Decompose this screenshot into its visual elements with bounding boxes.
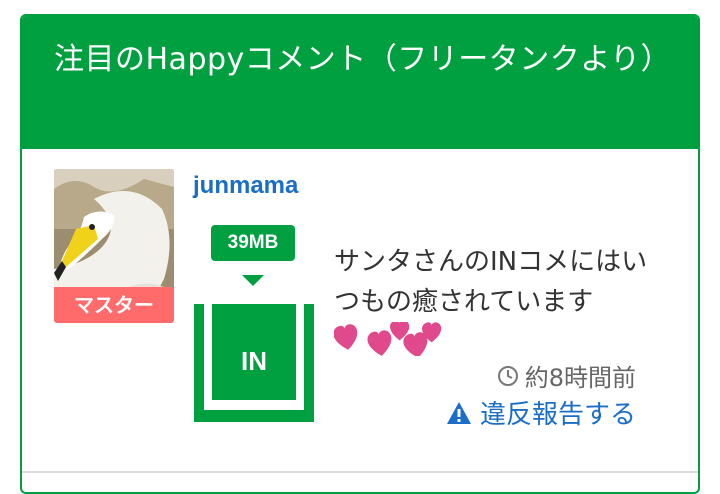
card-title: 注目のHappyコメント（フリータンクより）: [22, 16, 698, 149]
divider: [22, 471, 698, 473]
comment-text: サンタさんのINコメにはいつもの癒されています: [334, 247, 648, 317]
hearts-icon: [333, 320, 444, 360]
timestamp: 約8時間前: [497, 358, 636, 393]
avatar[interactable]: マスター: [54, 169, 174, 323]
warning-icon: [446, 401, 471, 424]
report-link[interactable]: 違反報告する: [446, 394, 636, 431]
tank-icon: IN: [194, 304, 314, 422]
tank-size-badge: 39MB: [211, 225, 295, 261]
happy-comment-card: 注目のHappyコメント（フリータンクより） マスター junmama 39MB…: [20, 14, 700, 494]
master-badge: マスター: [54, 287, 174, 323]
report-text: 違反報告する: [479, 400, 636, 430]
timestamp-text: 約8時間前: [524, 364, 636, 392]
pointer-triangle-icon: [242, 275, 264, 286]
tank-fill-label: IN: [212, 304, 296, 400]
username-link[interactable]: junmama: [193, 172, 298, 200]
clock-icon: [497, 365, 518, 386]
